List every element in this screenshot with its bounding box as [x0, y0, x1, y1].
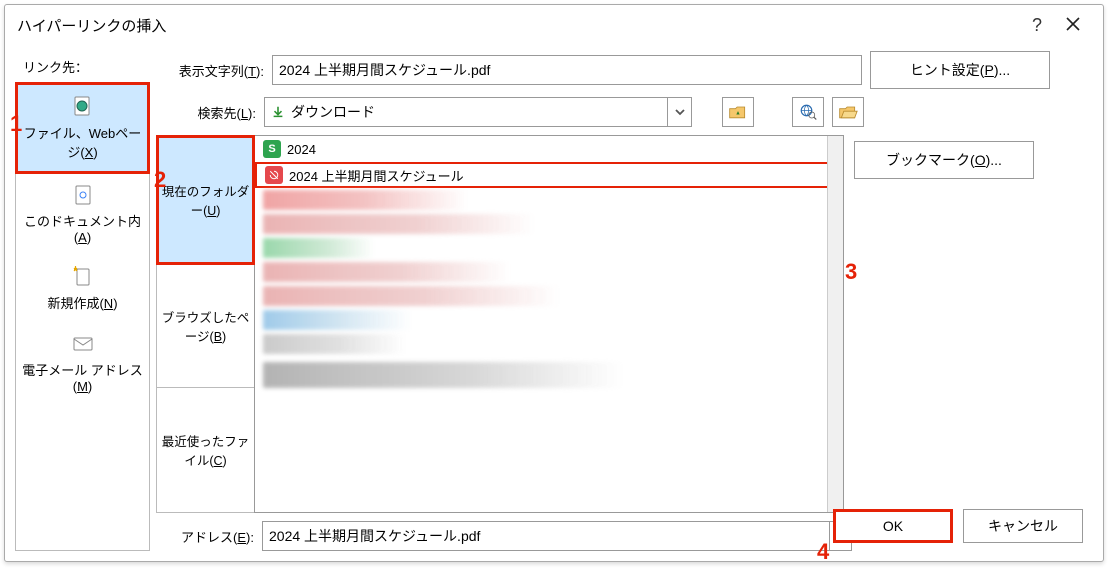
file-list-scrollbar[interactable]: [827, 136, 843, 512]
sidebar-item-document[interactable]: このドキュメント内(A): [16, 173, 149, 255]
address-value: 2024 上半期月間スケジュール.pdf: [263, 524, 829, 548]
file-item[interactable]: S 2024: [255, 136, 843, 162]
look-in-combo[interactable]: ダウンロード: [264, 97, 692, 127]
document-icon: [71, 183, 95, 207]
email-icon: [71, 332, 95, 356]
file-list[interactable]: S 2024 2024 上半期月間スケジュール: [254, 135, 844, 513]
browse-file-button[interactable]: [832, 97, 864, 127]
tab-browsed-pages[interactable]: ブラウズしたページ(B): [157, 264, 254, 389]
sidebar-item-label: 新規作成(N): [47, 293, 117, 312]
hint-settings-button[interactable]: ヒント設定(P)...: [870, 51, 1050, 89]
tab-current-folder[interactable]: 現在のフォルダー(U): [156, 135, 255, 265]
address-combo[interactable]: 2024 上半期月間スケジュール.pdf: [262, 521, 852, 551]
file-name: 2024: [287, 142, 316, 157]
callout-1: 1: [10, 111, 22, 137]
sidebar-item-file-web[interactable]: ファイル、Webページ(X): [15, 82, 150, 174]
look-in-value: ダウンロード: [291, 102, 667, 122]
display-text-input[interactable]: [272, 55, 862, 85]
address-label: アドレス(E):: [156, 521, 254, 551]
sidebar-item-label: このドキュメント内(A): [20, 211, 145, 245]
sidebar-item-label: 電子メール アドレス(M): [20, 360, 145, 394]
bookmark-button[interactable]: ブックマーク(O)...: [854, 141, 1034, 179]
link-to-label: リンク先：: [23, 57, 150, 76]
display-text-label: 表示文字列(T):: [156, 55, 264, 85]
dialog-title: ハイパーリンクの挿入: [17, 15, 1019, 36]
pdf-icon: [265, 166, 283, 184]
file-item[interactable]: 2024 上半期月間スケジュール: [255, 162, 843, 188]
sidebar-item-label: ファイル、Webページ(X): [22, 123, 143, 161]
callout-3: 3: [845, 259, 857, 285]
help-button[interactable]: ?: [1019, 15, 1055, 36]
callout-4: 4: [817, 539, 829, 565]
browse-web-button[interactable]: [792, 97, 824, 127]
sidebar-item-email[interactable]: 電子メール アドレス(M): [16, 322, 149, 404]
up-folder-button[interactable]: [722, 97, 754, 127]
spreadsheet-icon: S: [263, 140, 281, 158]
new-document-icon: [71, 265, 95, 289]
globe-page-icon: [71, 95, 95, 119]
ok-button[interactable]: OK: [833, 509, 953, 543]
tab-recent-files[interactable]: 最近使ったファイル(C): [157, 388, 254, 512]
cancel-button[interactable]: キャンセル: [963, 509, 1083, 543]
callout-2: 2: [154, 167, 166, 193]
look-in-dropdown-button[interactable]: [667, 98, 691, 126]
sidebar-item-new[interactable]: 新規作成(N): [16, 255, 149, 322]
look-in-label: 検索先(L):: [156, 97, 256, 127]
close-button[interactable]: [1055, 16, 1091, 35]
download-icon: [265, 105, 291, 119]
file-name: 2024 上半期月間スケジュール: [289, 166, 464, 185]
